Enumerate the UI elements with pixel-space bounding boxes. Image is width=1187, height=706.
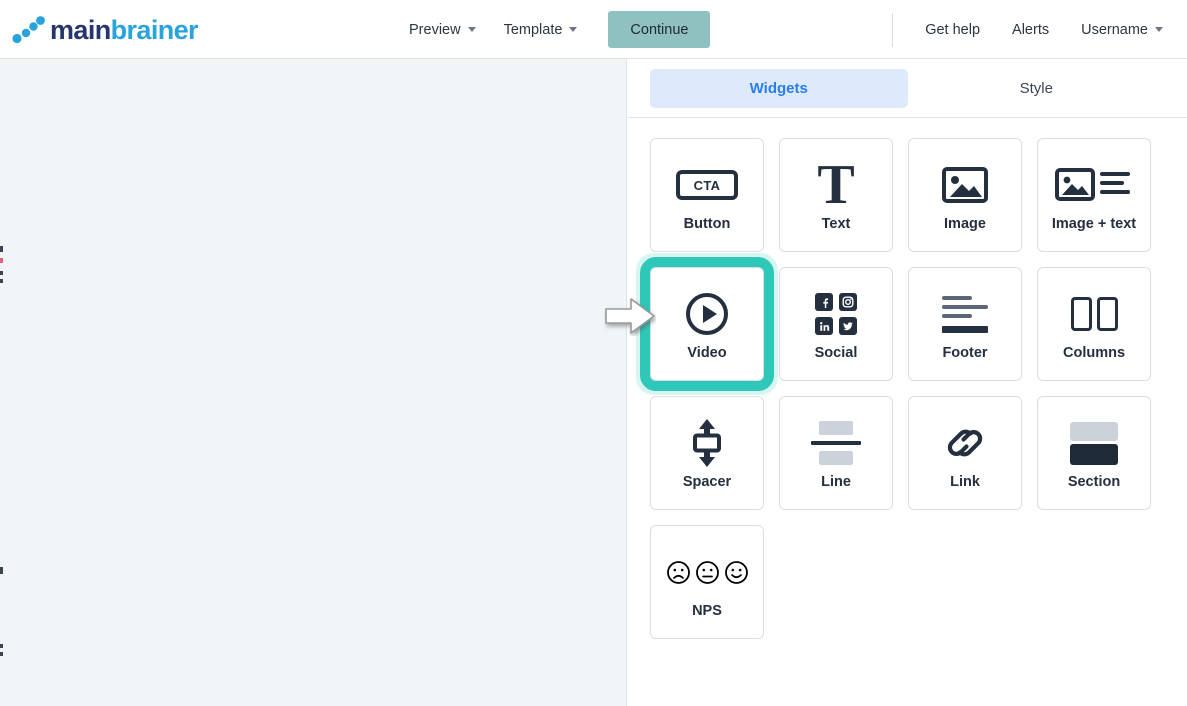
chevron-down-icon xyxy=(1155,27,1163,32)
footer-line-1 xyxy=(942,296,972,300)
logo-text-dark: main xyxy=(50,15,111,45)
image-text-icon xyxy=(1055,157,1133,213)
footer-bar xyxy=(942,326,988,333)
canvas-edge-artifact xyxy=(0,652,3,656)
nps-faces-icon xyxy=(666,544,749,600)
canvas-edge-artifact xyxy=(0,258,3,263)
widget-label-image-text: Image + text xyxy=(1052,215,1136,233)
nav-item-preview[interactable]: Preview xyxy=(395,14,490,46)
widget-label-nps: NPS xyxy=(692,602,722,620)
logo-wordmark: mainbrainer xyxy=(50,16,198,44)
widget-card-link[interactable]: Link xyxy=(908,396,1022,510)
widget-card-button[interactable]: CTA Button xyxy=(650,138,764,252)
app-root: mainbrainer Preview Template Continue Ge… xyxy=(0,0,1187,706)
widget-card-line[interactable]: Line xyxy=(779,396,893,510)
tab-style[interactable]: Style xyxy=(908,69,1166,108)
happy-face-icon xyxy=(724,560,749,585)
canvas-edge-artifact xyxy=(0,271,3,275)
nav-item-get-help-label: Get help xyxy=(925,22,980,38)
widget-label-columns: Columns xyxy=(1063,344,1125,362)
columns-icon xyxy=(1071,286,1118,342)
widgets-panel: Widgets Style CTA Button T Text xyxy=(628,59,1187,706)
canvas-edge-artifact xyxy=(0,246,3,252)
video-play-icon xyxy=(685,286,729,342)
column-box-right xyxy=(1097,297,1118,331)
widget-label-button: Button xyxy=(684,215,731,233)
text-t-icon: T xyxy=(817,157,854,213)
widget-grid: CTA Button T Text xyxy=(628,118,1187,639)
canvas-edge-artifact xyxy=(0,644,3,648)
panel-tabs: Widgets Style xyxy=(628,59,1187,118)
widget-label-video: Video xyxy=(687,344,726,362)
widget-label-image: Image xyxy=(944,215,986,233)
header-divider xyxy=(892,13,893,47)
sad-face-icon xyxy=(666,560,691,585)
secondary-nav: Get help Alerts Username xyxy=(892,0,1187,59)
line-block-top xyxy=(819,421,853,435)
line-rule xyxy=(811,441,861,445)
widget-card-section[interactable]: Section xyxy=(1037,396,1151,510)
nav-item-template[interactable]: Template xyxy=(490,14,592,46)
footer-line-3 xyxy=(942,314,972,318)
section-block-bottom xyxy=(1070,444,1118,465)
widget-card-text[interactable]: T Text xyxy=(779,138,893,252)
widget-card-spacer[interactable]: Spacer xyxy=(650,396,764,510)
widget-card-image[interactable]: Image xyxy=(908,138,1022,252)
footer-line-2 xyxy=(942,305,988,309)
section-blocks-icon xyxy=(1070,415,1118,471)
canvas-edge-artifact xyxy=(0,279,3,283)
social-icons xyxy=(815,286,857,342)
facebook-icon xyxy=(815,293,833,311)
widget-label-footer: Footer xyxy=(942,344,987,362)
widget-label-line: Line xyxy=(821,473,851,491)
chain-link-icon xyxy=(943,415,987,471)
logo-text-light: brainer xyxy=(111,15,198,45)
tab-widgets[interactable]: Widgets xyxy=(650,69,908,108)
neutral-face-icon xyxy=(695,560,720,585)
nav-item-username-label: Username xyxy=(1081,22,1148,38)
column-box-left xyxy=(1071,297,1092,331)
footer-lines-icon xyxy=(942,286,988,342)
nav-item-username[interactable]: Username xyxy=(1065,14,1187,46)
widget-card-columns[interactable]: Columns xyxy=(1037,267,1151,381)
widget-label-text: Text xyxy=(822,215,851,233)
widget-label-section: Section xyxy=(1068,473,1120,491)
widget-label-spacer: Spacer xyxy=(683,473,731,491)
image-icon xyxy=(942,157,988,213)
brand-logo[interactable]: mainbrainer xyxy=(12,11,198,49)
nav-item-get-help[interactable]: Get help xyxy=(909,14,996,46)
canvas-edge-artifact xyxy=(0,567,3,574)
widget-card-social[interactable]: Social xyxy=(779,267,893,381)
widget-card-nps[interactable]: NPS xyxy=(650,525,764,639)
continue-button[interactable]: Continue xyxy=(608,11,710,48)
nav-item-alerts[interactable]: Alerts xyxy=(996,14,1065,46)
spacer-arrows-icon xyxy=(685,415,729,471)
cta-button-icon: CTA xyxy=(676,157,738,213)
widget-card-footer[interactable]: Footer xyxy=(908,267,1022,381)
cta-button-icon-label: CTA xyxy=(676,170,738,200)
nav-item-preview-label: Preview xyxy=(409,22,461,38)
chevron-down-icon xyxy=(468,27,476,32)
instagram-icon xyxy=(839,293,857,311)
line-divider-icon xyxy=(811,415,861,471)
chevron-down-icon xyxy=(569,27,577,32)
widget-card-video[interactable]: Video xyxy=(650,267,764,381)
twitter-icon xyxy=(839,317,857,335)
logo-dots-icon xyxy=(12,16,46,44)
widget-label-link: Link xyxy=(950,473,980,491)
nav-item-alerts-label: Alerts xyxy=(1012,22,1049,38)
linkedin-icon xyxy=(815,317,833,335)
widget-label-social: Social xyxy=(815,344,858,362)
section-block-top xyxy=(1070,422,1118,441)
line-block-bottom xyxy=(819,451,853,465)
primary-nav: Preview Template Continue xyxy=(395,0,710,59)
text-t-icon-glyph: T xyxy=(817,162,854,208)
editor-canvas[interactable] xyxy=(0,59,627,706)
nav-item-template-label: Template xyxy=(504,22,563,38)
app-header: mainbrainer Preview Template Continue Ge… xyxy=(0,0,1187,59)
widget-card-image-text[interactable]: Image + text xyxy=(1037,138,1151,252)
